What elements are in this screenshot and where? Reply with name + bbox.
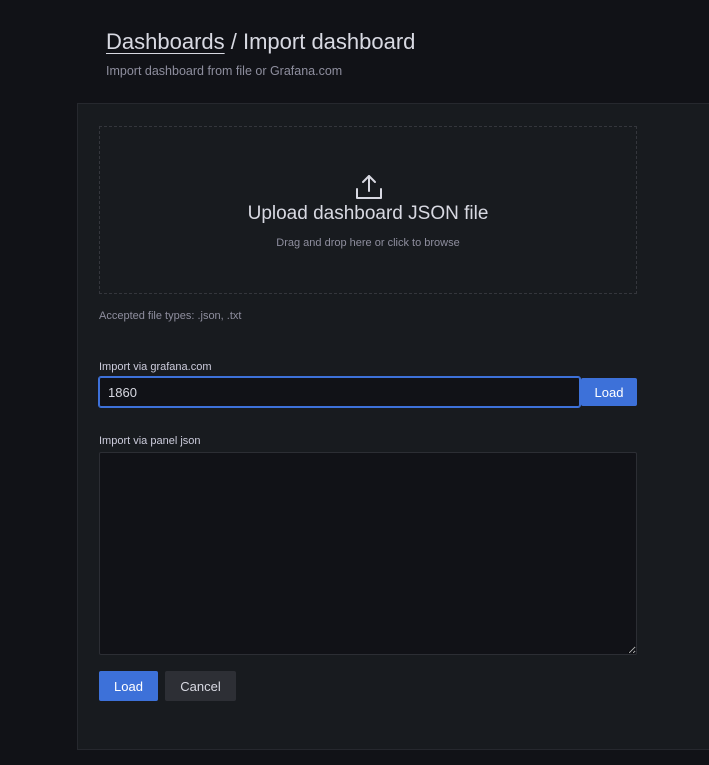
grafana-com-id-input[interactable]: [98, 376, 581, 408]
cancel-button[interactable]: Cancel: [165, 671, 236, 701]
upload-icon: [356, 175, 382, 199]
grafana-com-load-button[interactable]: Load: [581, 378, 637, 406]
page-subtitle: Import dashboard from file or Grafana.co…: [106, 64, 343, 78]
breadcrumb-separator: /: [224, 29, 243, 54]
page-title: Dashboards / Import dashboard: [106, 28, 415, 56]
upload-title: Upload dashboard JSON file: [247, 203, 489, 224]
load-button[interactable]: Load: [99, 671, 158, 701]
grafana-com-label: Import via grafana.com: [99, 361, 212, 373]
panel-json-textarea[interactable]: [99, 452, 637, 655]
panel-json-label: Import via panel json: [99, 435, 201, 447]
upload-dropzone[interactable]: Upload dashboard JSON file Drag and drop…: [99, 126, 637, 294]
import-dashboard-page: Dashboards / Import dashboard Import das…: [0, 0, 709, 765]
page-header: Dashboards / Import dashboard Import das…: [106, 28, 415, 78]
accepted-file-types: Accepted file types: .json, .txt: [99, 310, 242, 322]
import-panel: Upload dashboard JSON file Drag and drop…: [77, 103, 709, 750]
upload-hint: Drag and drop here or click to browse: [276, 237, 460, 249]
breadcrumb-dashboards-link[interactable]: Dashboards: [106, 29, 225, 54]
breadcrumb-current: Import dashboard: [242, 29, 416, 54]
